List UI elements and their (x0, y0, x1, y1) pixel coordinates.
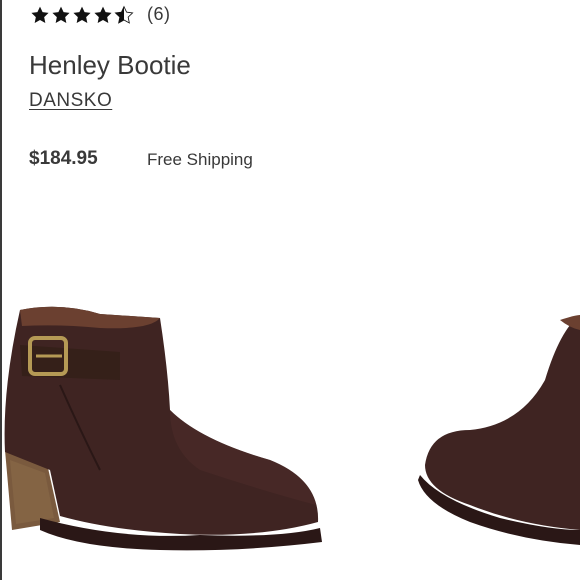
star-rating (30, 5, 134, 25)
product-price: $184.95 (29, 148, 98, 169)
star-icon (73, 6, 91, 23)
star-icon (52, 6, 70, 23)
product-rating[interactable]: (6) (30, 4, 171, 25)
boot-right (418, 315, 580, 545)
product-title: Henley Bootie (29, 50, 191, 80)
product-image[interactable] (0, 290, 580, 580)
boot-left (4, 306, 322, 551)
review-count[interactable]: (6) (147, 4, 171, 25)
half-star-icon (114, 5, 134, 24)
shipping-info: Free Shipping (147, 150, 253, 169)
star-icon (94, 6, 112, 23)
brand-link[interactable]: DANSKO (29, 90, 112, 112)
star-icon (31, 6, 49, 23)
